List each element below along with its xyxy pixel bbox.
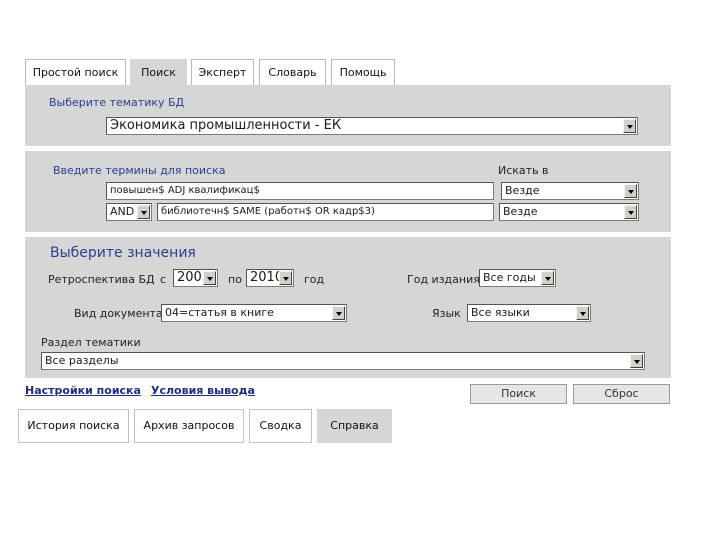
values-title: Выберите значения (50, 245, 196, 261)
year-label: год (304, 273, 325, 286)
search-button[interactable]: Поиск (470, 384, 567, 404)
tab-reference[interactable]: Справка (317, 409, 392, 443)
search-in-label: Искать в (498, 164, 549, 177)
tab-help[interactable]: Помощь (331, 59, 395, 86)
chevron-down-icon (279, 271, 292, 285)
section-label: Раздел тематики (41, 336, 141, 349)
values-panel: Выберите значения Ретроспектива БД с 200… (25, 237, 671, 378)
tab-summary[interactable]: Сводка (249, 409, 312, 443)
chevron-down-icon (332, 306, 345, 320)
term-1-where-select[interactable]: Везде (501, 182, 639, 200)
tab-expert[interactable]: Эксперт (191, 59, 254, 86)
lang-label: Язык (432, 307, 461, 320)
db-topic-title: Выберите тематику БД (49, 96, 185, 109)
db-topic-select[interactable]: Экономика промышленности - ЕК (106, 117, 638, 135)
section-value: Все разделы (45, 354, 119, 367)
chevron-down-icon (541, 271, 554, 285)
operator-value: AND (110, 205, 135, 218)
to-year-select[interactable]: 2010 (246, 269, 294, 287)
chevron-down-icon (137, 205, 150, 219)
db-topic-panel: Выберите тематику БД Экономика промышлен… (25, 85, 671, 146)
term-1-input[interactable]: повышен$ ADJ квалификац$ (106, 182, 494, 200)
doc-type-select[interactable]: 04=статья в книге (161, 304, 347, 322)
term-2-input[interactable]: библиотечн$ SAME (работн$ OR кадр$3) (157, 203, 494, 221)
tab-dictionary[interactable]: Словарь (259, 59, 326, 86)
pub-year-label: Год издания (407, 273, 480, 286)
chevron-down-icon (576, 306, 589, 320)
reset-button[interactable]: Сброс (573, 384, 670, 404)
search-settings-link[interactable]: Настройки поиска (25, 384, 141, 397)
tab-simple-search[interactable]: Простой поиск (25, 59, 126, 86)
chevron-down-icon (623, 119, 636, 133)
chevron-down-icon (624, 184, 637, 198)
retro-label: Ретроспектива БД (48, 273, 155, 286)
chevron-down-icon (624, 205, 637, 219)
from-label: с (160, 273, 167, 286)
tab-search[interactable]: Поиск (130, 59, 187, 86)
pub-year-value: Все годы (483, 271, 536, 284)
term-2-where-value: Везде (503, 205, 538, 218)
search-terms-panel: Введите термины для поиска Искать в повы… (25, 151, 671, 232)
db-topic-value: Экономика промышленности - ЕК (110, 118, 342, 133)
search-terms-title: Введите термины для поиска (53, 164, 226, 177)
lang-select[interactable]: Все языки (467, 304, 591, 322)
operator-select[interactable]: AND (106, 203, 152, 221)
section-select[interactable]: Все разделы (41, 352, 645, 370)
tab-query-archive[interactable]: Архив запросов (134, 409, 244, 443)
lang-value: Все языки (471, 306, 530, 319)
chevron-down-icon (630, 354, 643, 368)
chevron-down-icon (203, 271, 216, 285)
from-year-select[interactable]: 2005 (173, 269, 218, 287)
term-2-where-select[interactable]: Везде (499, 203, 639, 221)
pub-year-select[interactable]: Все годы (479, 269, 556, 287)
to-label: по (228, 273, 242, 286)
term-1-where-value: Везде (505, 184, 540, 197)
doc-type-value: 04=статья в книге (165, 306, 274, 319)
output-conditions-link[interactable]: Условия вывода (151, 384, 255, 397)
tab-search-history[interactable]: История поиска (18, 409, 129, 443)
doc-type-label: Вид документа (74, 307, 163, 320)
